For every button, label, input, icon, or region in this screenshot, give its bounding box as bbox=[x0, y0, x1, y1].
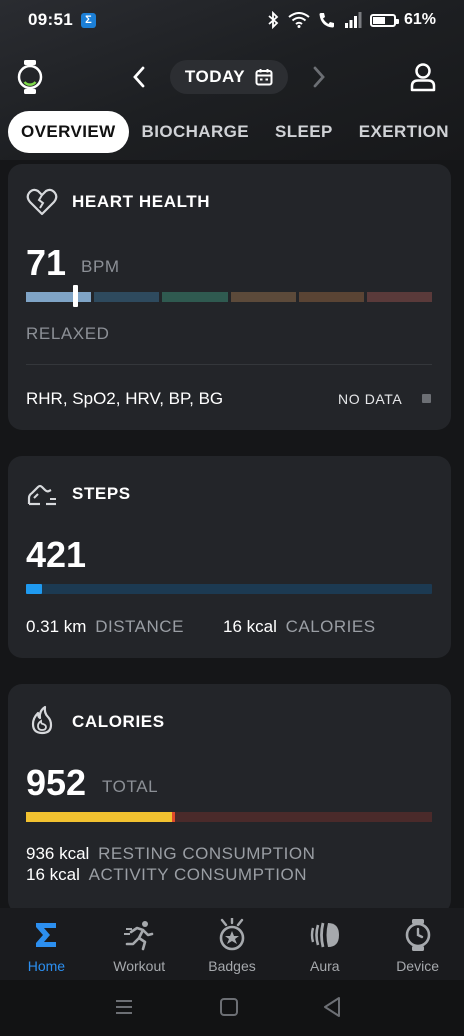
calories-card[interactable]: CALORIES 952 TOTAL 936 kcal RESTING CONS… bbox=[8, 684, 451, 914]
heart-rate-state: RELAXED bbox=[26, 324, 110, 343]
activity-label: ACTIVITY CONSUMPTION bbox=[88, 865, 308, 884]
medal-icon bbox=[219, 918, 245, 951]
calories-title: CALORIES bbox=[72, 712, 165, 731]
nav-workout-label: Workout bbox=[113, 958, 166, 974]
steps-value: 421 bbox=[26, 534, 87, 575]
battery-icon bbox=[369, 13, 399, 27]
bluetooth-icon bbox=[268, 11, 279, 29]
app-notification-icon: Σ bbox=[80, 12, 96, 28]
heart-metrics-label: RHR, SpO2, HRV, BP, BG bbox=[26, 389, 224, 408]
nav-aura-label: Aura bbox=[310, 958, 340, 974]
calories-progress-track bbox=[26, 812, 432, 822]
wifi-icon bbox=[288, 12, 310, 28]
steps-progress-track bbox=[26, 584, 432, 594]
nav-device[interactable]: Device bbox=[371, 908, 464, 980]
home-button-icon[interactable] bbox=[219, 997, 239, 1017]
calories-value: 952 bbox=[26, 762, 87, 803]
calendar-icon bbox=[255, 69, 273, 86]
steps-progress-fill bbox=[26, 584, 43, 594]
heart-rate-zone-5 bbox=[298, 292, 364, 302]
activity-consumption-stat: 16 kcal ACTIVITY CONSUMPTION bbox=[26, 865, 307, 885]
heart-rate-zone-bar bbox=[26, 292, 433, 302]
distance-value: 0.31 km bbox=[26, 617, 87, 636]
heart-health-title: HEART HEALTH bbox=[72, 192, 211, 211]
calories-unit: TOTAL bbox=[102, 777, 159, 796]
nav-home-label: Home bbox=[27, 958, 66, 974]
system-navigation-bar bbox=[0, 980, 464, 1036]
top-header: TODAY bbox=[0, 52, 464, 102]
heart-rate-indicator bbox=[72, 285, 78, 307]
no-data-indicator bbox=[422, 394, 431, 403]
tab-overview[interactable]: OVERVIEW bbox=[8, 111, 129, 153]
nav-home[interactable]: Home bbox=[0, 908, 93, 980]
status-icons: 61% bbox=[266, 11, 436, 29]
shoe-icon bbox=[27, 484, 56, 506]
steps-calories-value: 16 kcal bbox=[223, 617, 277, 636]
heart-rate-zone-4 bbox=[230, 292, 296, 302]
profile-icon[interactable] bbox=[410, 62, 436, 92]
flame-icon bbox=[31, 705, 53, 735]
tab-sleep[interactable]: SLEEP bbox=[262, 111, 346, 153]
heart-rate-zone-1 bbox=[26, 292, 92, 302]
heart-rate-zone-6 bbox=[366, 292, 433, 302]
heart-rate-zone-3 bbox=[162, 292, 228, 302]
resting-consumption-stat: 936 kcal RESTING CONSUMPTION bbox=[26, 844, 315, 864]
signal-icon bbox=[344, 12, 362, 28]
date-label: TODAY bbox=[184, 67, 246, 86]
heart-rate-unit: BPM bbox=[81, 257, 120, 276]
tab-biocharge[interactable]: BIOCHARGE bbox=[129, 111, 263, 153]
sigma-icon bbox=[36, 923, 57, 947]
activity-value: 16 kcal bbox=[26, 865, 80, 884]
nav-badges-label: Badges bbox=[208, 958, 256, 974]
nav-workout[interactable]: Workout bbox=[93, 908, 186, 980]
heart-rate-value: 71 bbox=[26, 242, 67, 283]
next-day-button[interactable] bbox=[306, 64, 330, 90]
heart-metrics-status: NO DATA bbox=[338, 391, 403, 407]
steps-title: STEPS bbox=[72, 484, 131, 503]
previous-day-button[interactable] bbox=[128, 64, 152, 90]
recents-icon[interactable] bbox=[114, 998, 134, 1016]
heart-health-card[interactable]: HEART HEALTH 71 BPM RELAXED RHR, SpO2, H… bbox=[8, 164, 451, 430]
steps-card[interactable]: STEPS 421 0.31 km DISTANCE 16 kcal CALOR… bbox=[8, 456, 451, 658]
card-divider bbox=[26, 364, 432, 365]
resting-value: 936 kcal bbox=[26, 844, 90, 863]
steps-calories-label: CALORIES bbox=[285, 617, 376, 636]
runner-icon bbox=[124, 921, 154, 951]
nav-aura[interactable]: Aura bbox=[278, 908, 371, 980]
distance-label: DISTANCE bbox=[95, 617, 184, 636]
resting-label: RESTING CONSUMPTION bbox=[98, 844, 316, 863]
battery-percent: 61% bbox=[403, 11, 436, 28]
device-watch-icon[interactable] bbox=[16, 60, 44, 94]
aura-icon bbox=[310, 922, 339, 948]
steps-calories-stat: 16 kcal CALORIES bbox=[223, 617, 376, 637]
heart-icon bbox=[26, 188, 58, 216]
resting-calories-fill bbox=[26, 812, 173, 822]
back-icon[interactable] bbox=[322, 996, 342, 1018]
nav-device-label: Device bbox=[396, 958, 439, 974]
section-tabs: OVERVIEW BIOCHARGE SLEEP EXERTION bbox=[0, 110, 464, 154]
bottom-navigation: Home Workout Badges Aura Device bbox=[0, 908, 464, 980]
date-selector[interactable]: TODAY bbox=[170, 60, 288, 94]
nav-badges[interactable]: Badges bbox=[186, 908, 279, 980]
activity-calories-fill bbox=[172, 812, 176, 822]
heart-rate-zone-2 bbox=[94, 292, 160, 302]
wifi-calling-icon bbox=[319, 13, 334, 28]
distance-stat: 0.31 km DISTANCE bbox=[26, 617, 184, 637]
status-time: 09:51 bbox=[28, 10, 73, 29]
watch-icon bbox=[405, 919, 430, 951]
tab-exertion[interactable]: EXERTION bbox=[346, 111, 462, 153]
status-bar: 09:51 Σ 61% bbox=[0, 0, 464, 40]
